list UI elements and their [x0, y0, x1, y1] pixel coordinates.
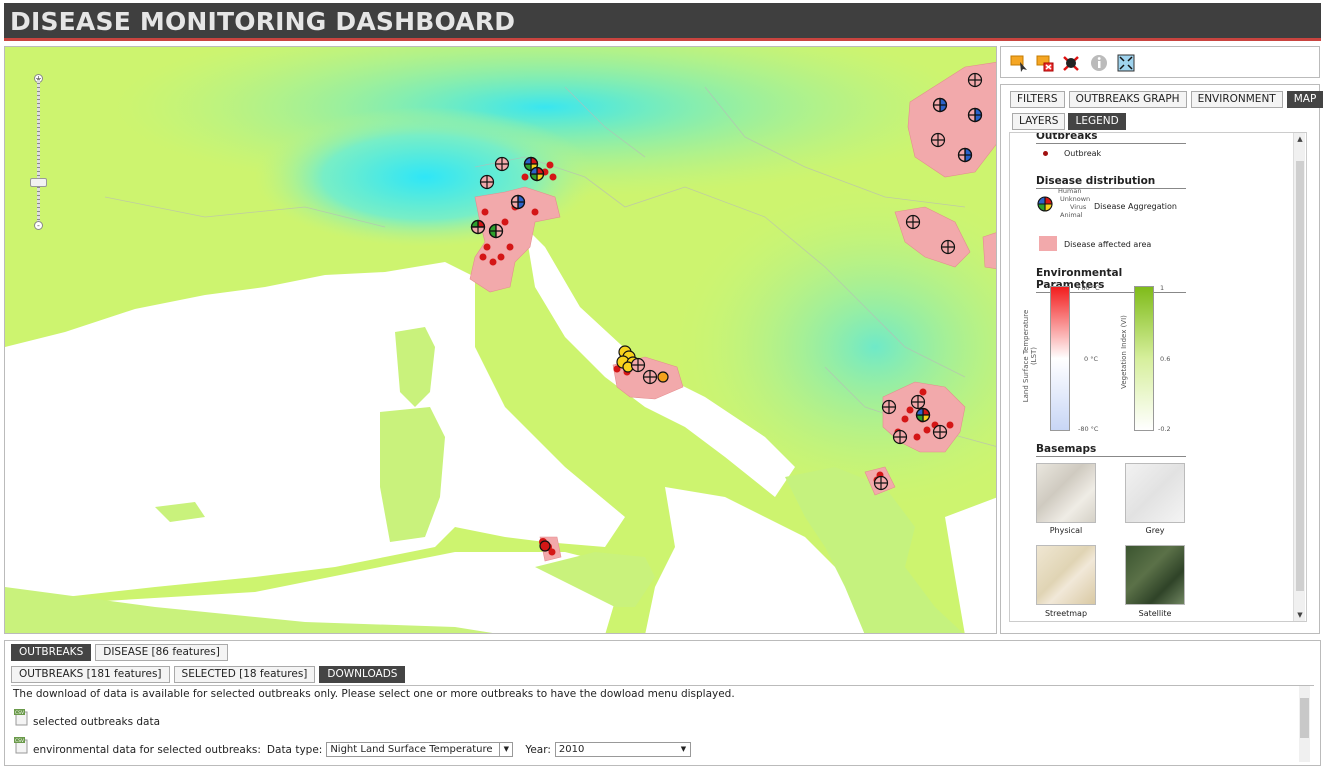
chevron-down-icon[interactable]: ▼	[677, 743, 690, 756]
clear-selection-icon[interactable]	[1061, 53, 1081, 73]
downloads-content: The download of data is available for se…	[11, 685, 1314, 763]
bottom-main-tabs: OUTBREAKS DISEASE [86 features]	[11, 644, 228, 661]
basemap-grey-thumb[interactable]	[1125, 463, 1185, 523]
svg-text:CSV: CSV	[15, 710, 25, 716]
data-type-select[interactable]: Night Land Surface Temperature ▼	[326, 742, 514, 757]
year-value: 2010	[558, 744, 585, 755]
tab-filters[interactable]: FILTERS	[1010, 91, 1065, 108]
basemap-physical-label: Physical	[1049, 526, 1083, 535]
download-outbreaks-label[interactable]: selected outbreaks data	[33, 716, 160, 728]
legend-agg-virus: Virus	[1070, 203, 1087, 211]
legend-scrollbar[interactable]: ▲ ▼	[1293, 133, 1305, 621]
bottom-scrollbar[interactable]	[1299, 686, 1310, 762]
year-label: Year:	[525, 743, 551, 756]
select-icon[interactable]	[1009, 53, 1029, 73]
svg-text:CSV: CSV	[15, 738, 25, 744]
csv-file-icon[interactable]: CSV	[13, 736, 29, 754]
bottom-panel: OUTBREAKS DISEASE [86 features] OUTBREAK…	[4, 640, 1321, 766]
app-header: DISEASE MONITORING DASHBOARD	[4, 3, 1321, 41]
deselect-icon[interactable]	[1035, 53, 1055, 73]
basemap-satellite-label: Satellite	[1138, 609, 1172, 618]
zoom-slider-track[interactable]	[37, 79, 40, 225]
tab-selected[interactable]: SELECTED [18 features]	[173, 666, 316, 683]
legend-scroll-thumb[interactable]	[1296, 161, 1304, 591]
tab-outbreaks-graph[interactable]: OUTBREAKS GRAPH	[1068, 91, 1187, 108]
zoom-slider-handle[interactable]	[30, 178, 47, 187]
vi-mid: 0.6	[1160, 355, 1171, 363]
map-subtabs: LAYERS LEGEND	[1012, 113, 1126, 130]
year-select[interactable]: 2010 ▼	[554, 742, 691, 757]
aggregation-symbol-icon	[1036, 195, 1054, 216]
tab-legend[interactable]: LEGEND	[1068, 113, 1126, 130]
csv-file-icon[interactable]: CSV	[13, 708, 29, 726]
outbreak-marker-icon	[1043, 151, 1048, 156]
basemap-grey-label: Grey	[1145, 526, 1165, 535]
map-view[interactable]: + -	[4, 46, 997, 634]
basemap-physical-thumb[interactable]	[1036, 463, 1096, 523]
tab-downloads[interactable]: DOWNLOADS	[319, 666, 406, 683]
right-panel: FILTERS OUTBREAKS GRAPH ENVIRONMENT MAP …	[1000, 46, 1324, 634]
legend-basemaps-title: Basemaps	[1036, 443, 1186, 457]
lst-color-ramp	[1050, 286, 1070, 431]
tab-disease[interactable]: DISEASE [86 features]	[95, 644, 228, 661]
zoom-out-button[interactable]: -	[34, 221, 43, 230]
tab-map[interactable]: MAP	[1286, 91, 1324, 108]
affected-area-swatch	[1039, 236, 1057, 251]
info-icon[interactable]	[1089, 53, 1109, 73]
map-canvas[interactable]	[5, 47, 997, 634]
app-title: DISEASE MONITORING DASHBOARD	[10, 7, 516, 36]
basemap-satellite-thumb[interactable]	[1125, 545, 1185, 605]
lst-mid: 0 °C	[1084, 355, 1098, 363]
download-env-row: CSV environmental data for selected outb…	[13, 732, 691, 757]
lst-min: -80 °C	[1078, 425, 1099, 433]
map-panel: FILTERS OUTBREAKS GRAPH ENVIRONMENT MAP …	[1000, 84, 1324, 634]
tab-layers[interactable]: LAYERS	[1012, 113, 1066, 130]
tab-outbreaks-features[interactable]: OUTBREAKS [181 features]	[11, 666, 170, 683]
vi-label: Vegetation Index (VI)	[1120, 315, 1128, 389]
legend-agg-human: Human	[1058, 187, 1082, 195]
bottom-scroll-thumb[interactable]	[1300, 698, 1309, 738]
zoom-extent-icon[interactable]	[1116, 53, 1136, 73]
legend-affected-label: Disease affected area	[1064, 240, 1152, 249]
bottom-sub-tabs: OUTBREAKS [181 features] SELECTED [18 fe…	[11, 666, 406, 683]
download-env-label[interactable]: environmental data for selected outbreak…	[33, 744, 261, 756]
lst-max: +80 °C	[1076, 284, 1100, 292]
basemap-streetmap-label: Streetmap	[1044, 609, 1088, 618]
download-info-text: The download of data is available for se…	[13, 688, 735, 700]
tab-environment[interactable]: ENVIRONMENT	[1190, 91, 1283, 108]
scroll-down-icon[interactable]: ▼	[1294, 609, 1306, 621]
tab-outbreaks[interactable]: OUTBREAKS	[11, 644, 92, 661]
legend-agg-animal: Animal	[1060, 211, 1083, 219]
scroll-up-icon[interactable]: ▲	[1294, 133, 1306, 145]
zoom-control[interactable]: + -	[30, 74, 47, 230]
basemap-streetmap-thumb[interactable]	[1036, 545, 1096, 605]
data-type-label: Data type:	[266, 743, 323, 756]
alps-region	[255, 107, 595, 247]
legend-content: Outbreaks Outbreak Disease distribution …	[1009, 132, 1307, 622]
data-type-value: Night Land Surface Temperature	[330, 744, 493, 755]
download-outbreaks-row[interactable]: CSV selected outbreaks data	[13, 706, 160, 728]
legend-outbreak-label: Outbreak	[1064, 149, 1102, 158]
map-toolbar	[1000, 46, 1320, 78]
vi-max: 1	[1160, 284, 1165, 292]
legend-outbreaks-title: Outbreaks	[1036, 133, 1186, 144]
vi-color-ramp	[1134, 286, 1154, 431]
legend-agg-label: Disease Aggregation	[1094, 202, 1177, 211]
vi-min: -0.2	[1158, 425, 1171, 433]
legend-agg-unknown: Unknown	[1060, 195, 1091, 203]
lst-label: Land Surface Temperature (LST)	[1022, 309, 1038, 403]
panel-tabs: FILTERS OUTBREAKS GRAPH ENVIRONMENT MAP	[1010, 91, 1324, 108]
chevron-down-icon[interactable]: ▼	[499, 743, 512, 756]
